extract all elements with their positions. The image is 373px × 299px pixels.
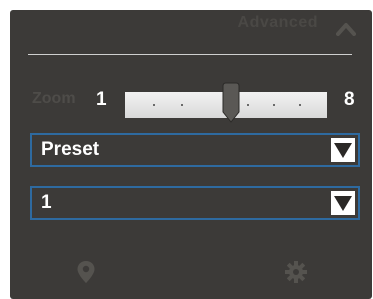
zoom-slider-thumb[interactable] — [221, 82, 241, 126]
map-pin-icon[interactable] — [74, 260, 98, 284]
advanced-panel: Advanced Zoom 1 8 Preset 1 — [10, 10, 372, 299]
preset-select-value: Preset — [41, 139, 100, 160]
slider-tick — [181, 104, 183, 106]
panel-header[interactable]: Advanced — [10, 10, 372, 46]
chevron-up-icon[interactable] — [336, 22, 356, 36]
preset-select[interactable]: Preset — [30, 133, 360, 167]
number-select[interactable]: 1 — [30, 186, 360, 220]
header-divider — [28, 54, 352, 55]
panel-title: Advanced — [237, 14, 318, 31]
triangle-down-icon[interactable] — [331, 138, 355, 162]
slider-tick — [247, 104, 249, 106]
zoom-min-label: 1 — [96, 89, 107, 110]
zoom-label: Zoom — [32, 90, 76, 107]
number-select-value: 1 — [41, 192, 52, 213]
zoom-control: Zoom 1 8 — [10, 78, 372, 123]
triangle-down-icon[interactable] — [331, 191, 355, 215]
slider-tick — [153, 104, 155, 106]
zoom-max-label: 8 — [344, 89, 355, 110]
gear-icon[interactable] — [284, 260, 308, 284]
slider-tick — [299, 104, 301, 106]
slider-tick — [273, 104, 275, 106]
